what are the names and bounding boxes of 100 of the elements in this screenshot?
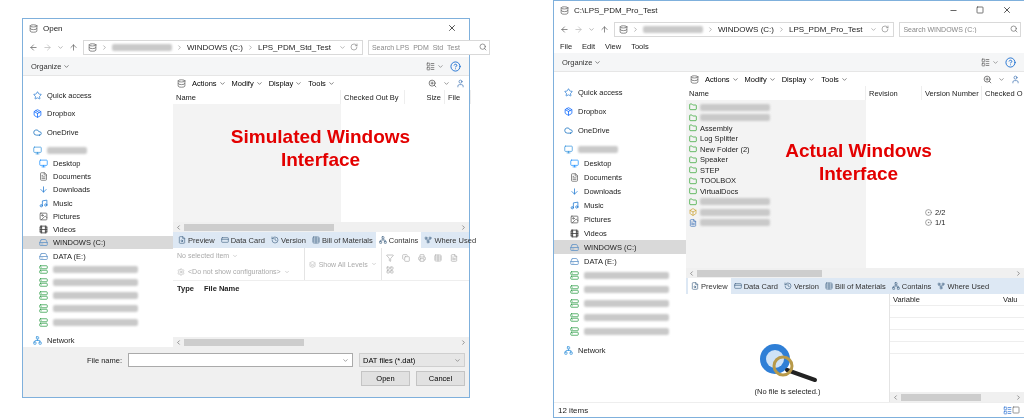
filter-icon[interactable] [385, 254, 394, 262]
scroll-bar[interactable] [173, 222, 469, 232]
card-icon [733, 282, 742, 290]
window-title: Open [43, 23, 64, 33]
breadcrumb-item[interactable]: WINDOWS (C:) [718, 24, 774, 34]
chevron-icon [707, 25, 714, 33]
caret-icon[interactable] [870, 25, 878, 33]
zoom-icon[interactable] [983, 74, 992, 84]
fork-icon [937, 282, 946, 290]
redacted-text [112, 43, 172, 51]
view-options-button[interactable] [981, 57, 999, 67]
redacted-text [47, 146, 87, 154]
caret-icon [370, 261, 377, 267]
chevron-icon [176, 43, 183, 51]
file-name-field[interactable] [128, 353, 353, 367]
caret-icon [437, 62, 444, 70]
address-bar[interactable]: WINDOWS (C:) LPS_PDM_Pro_Test [614, 21, 895, 37]
maximize-icon [976, 6, 984, 14]
film-icon [570, 228, 579, 238]
hierarchy-icon [378, 236, 387, 244]
drive-icon [570, 256, 579, 266]
printer-icon[interactable] [417, 254, 426, 262]
monitor-icon [39, 159, 48, 168]
caret-icon[interactable] [443, 79, 450, 87]
zoom-icon[interactable] [428, 78, 437, 88]
caret-icon[interactable] [57, 43, 64, 51]
caret-icon [283, 268, 290, 275]
caret-icon[interactable] [998, 75, 1005, 83]
status-text: 12 items [558, 405, 589, 415]
list-view-icon [981, 57, 990, 67]
refresh-icon[interactable] [881, 25, 890, 33]
view-options-button[interactable] [426, 61, 444, 71]
caret-icon[interactable] [338, 43, 346, 51]
server-icon [570, 284, 579, 294]
star-icon [33, 91, 42, 101]
down-arrow-icon [570, 186, 579, 196]
caption-text: Actual Windows Interface [784, 140, 933, 186]
back-arrow-icon[interactable] [560, 24, 569, 34]
server-icon [570, 270, 579, 280]
gear-icon [177, 267, 185, 276]
scroll-bar[interactable] [890, 392, 1024, 402]
close-icon [447, 23, 457, 33]
table-icon [824, 282, 833, 290]
up-arrow-icon[interactable] [69, 42, 78, 52]
document-icon[interactable] [449, 254, 458, 262]
back-arrow-icon[interactable] [29, 42, 38, 52]
user-icon[interactable] [456, 78, 465, 88]
scroll-left-icon [175, 338, 182, 346]
close-icon [1002, 5, 1012, 15]
redacted-text [700, 219, 770, 227]
caret-icon[interactable] [588, 25, 595, 33]
drive-icon [39, 238, 48, 248]
network-icon [33, 335, 42, 345]
scroll-right-icon [460, 223, 467, 231]
history-icon [270, 236, 279, 244]
caret-icon [63, 62, 71, 70]
table-icon [311, 236, 320, 244]
monitor-icon [564, 144, 573, 154]
forward-arrow-icon[interactable] [574, 24, 583, 34]
scroll-left-icon [892, 393, 899, 401]
user-icon[interactable] [1011, 74, 1020, 84]
server-icon [39, 277, 48, 287]
forward-arrow-icon[interactable] [43, 42, 52, 52]
box-icon [564, 106, 573, 116]
scroll-bar[interactable] [173, 337, 469, 347]
details-view-icon[interactable] [1003, 405, 1012, 415]
layers-icon [308, 260, 316, 268]
copy-icon[interactable] [401, 254, 410, 262]
down-arrow-icon [39, 185, 48, 195]
server-icon [39, 264, 48, 274]
caret-icon [342, 356, 349, 364]
tiles-view-icon[interactable] [1012, 406, 1020, 414]
refresh-icon[interactable] [349, 43, 358, 51]
breadcrumb-item[interactable]: LPS_PDM_Pro_Test [789, 24, 863, 34]
vault-icon [619, 24, 628, 34]
scroll-bar[interactable] [686, 268, 1024, 278]
chevron-icon [247, 43, 254, 51]
redacted-text [700, 198, 770, 206]
music-note-icon [39, 198, 48, 208]
up-arrow-icon[interactable] [600, 24, 609, 34]
vault-icon [29, 23, 38, 33]
address-bar[interactable]: WINDOWS (C:) LPS_PDM_Std_Test [83, 39, 363, 55]
search-icon [1010, 24, 1019, 33]
file-search-icon [178, 236, 186, 244]
grid-icon[interactable] [385, 266, 394, 274]
help-icon[interactable] [450, 60, 461, 72]
breadcrumb-item[interactable]: LPS_PDM_Std_Test [258, 42, 331, 52]
vault-icon [177, 78, 186, 88]
scroll-left-icon [688, 269, 695, 277]
server-icon [570, 312, 579, 322]
fork-icon [424, 236, 433, 244]
table-icon[interactable] [433, 254, 442, 262]
list-view-icon [426, 61, 435, 71]
drive-icon [39, 251, 48, 261]
chevron-icon [778, 25, 785, 33]
server-icon [570, 298, 579, 308]
breadcrumb-item[interactable]: WINDOWS (C:) [187, 42, 243, 52]
help-icon[interactable] [1005, 56, 1016, 68]
cube-icon [689, 208, 697, 217]
card-icon [220, 236, 229, 244]
